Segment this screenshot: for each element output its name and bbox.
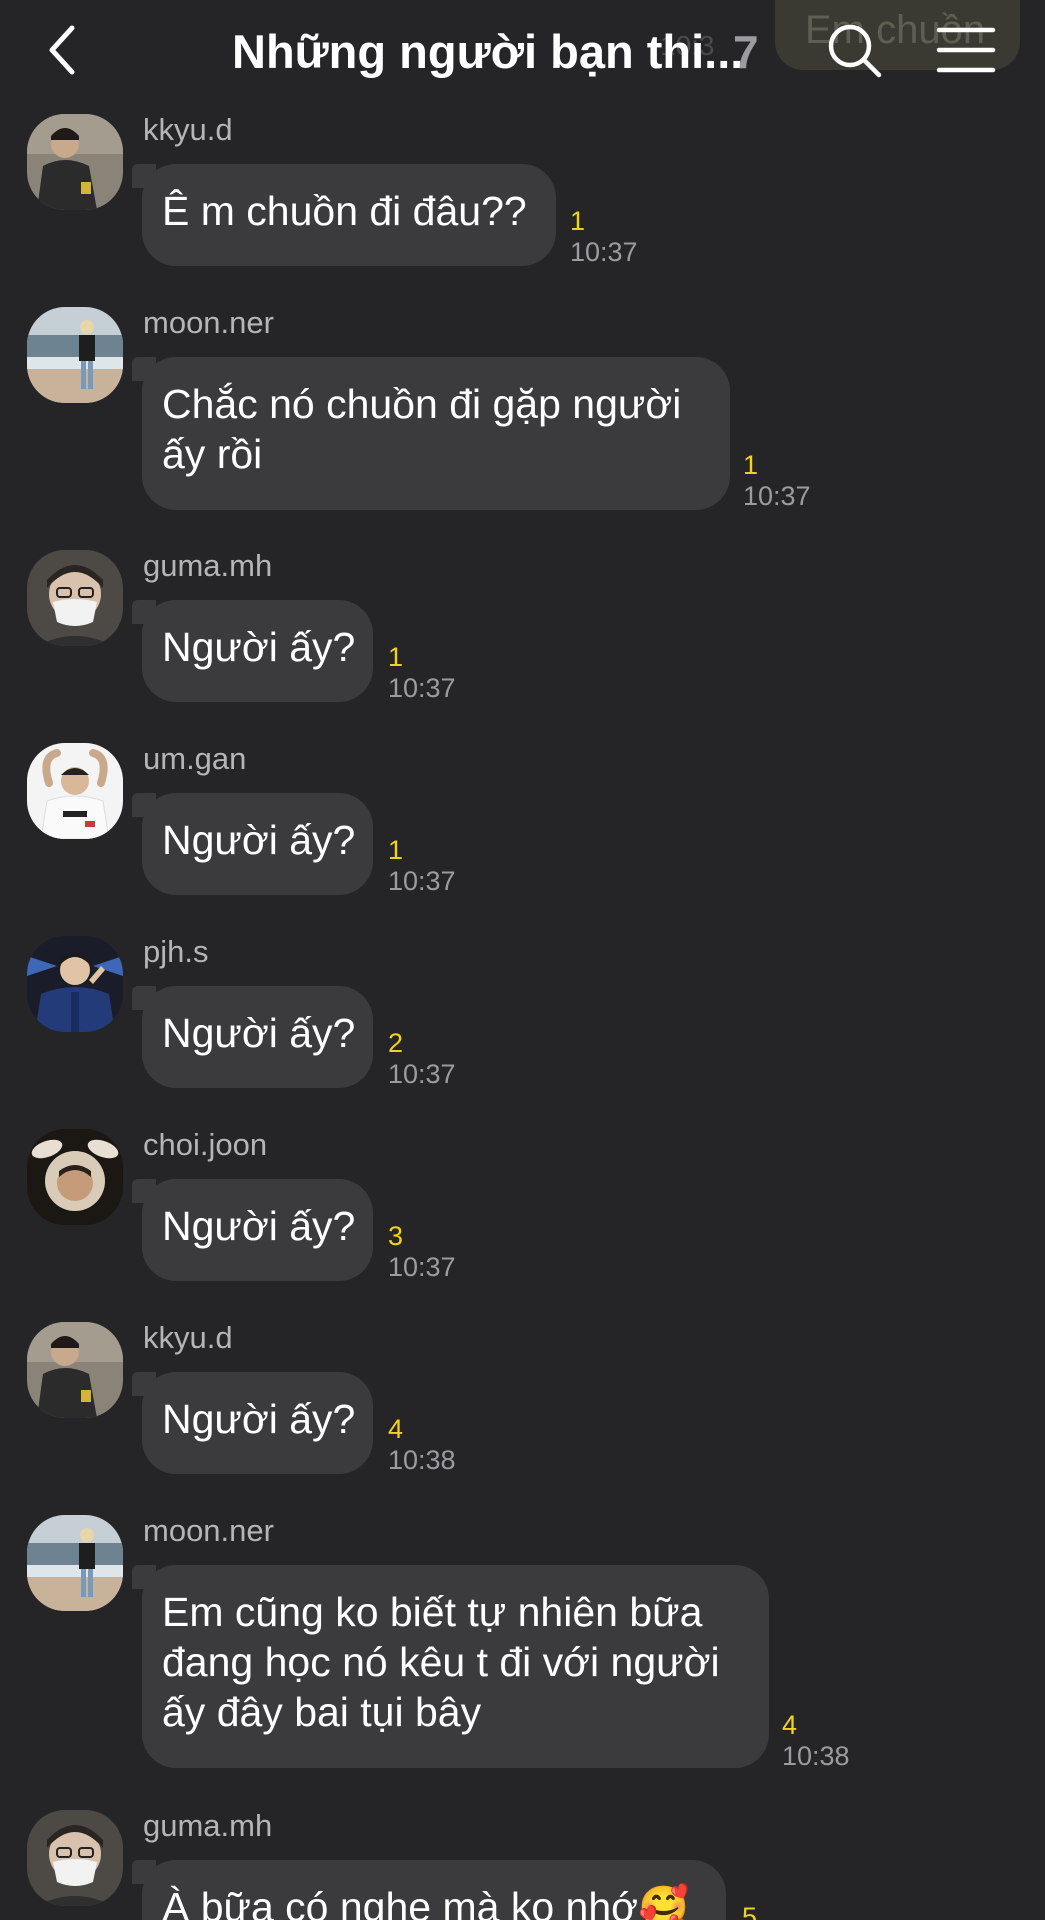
avatar-kkyu (27, 1322, 123, 1418)
message-bubble[interactable]: Ê m chuồn đi đâu?? (142, 164, 556, 266)
unread-count: 3 (388, 1221, 404, 1251)
unread-count: 5 (742, 1902, 758, 1920)
message-bubble[interactable]: Người ấy? (142, 600, 373, 702)
sender-name: guma.mh (143, 548, 273, 583)
message-meta: 1 10:37 (388, 835, 456, 897)
sender-name: um.gan (143, 741, 247, 776)
sender-name: choi.joon (143, 1127, 268, 1162)
message-bubble[interactable]: À bữa có nghe mà ko nhớ🥰 (142, 1860, 726, 1920)
unread-count: 4 (782, 1710, 798, 1740)
unread-count: 1 (743, 450, 759, 480)
unread-count: 1 (388, 835, 404, 865)
message-bubble[interactable]: Người ấy? (142, 986, 373, 1088)
message-meta: 5 (742, 1902, 757, 1920)
message-line: ấy đây bai tụi bây (162, 1689, 482, 1735)
sender-name: moon.ner (143, 1513, 274, 1548)
member-count: 7 (733, 26, 759, 78)
avatar-kkyu (27, 114, 123, 210)
avatar-pjh (27, 936, 123, 1032)
unread-count: 2 (388, 1028, 404, 1058)
unread-count: 1 (570, 206, 586, 236)
search-icon (828, 24, 882, 78)
message-time: 10:37 (388, 673, 456, 703)
message-line: ấy rồi (162, 431, 263, 477)
avatar-guma (27, 550, 123, 646)
message-meta: 2 10:37 (388, 1028, 456, 1090)
avatar[interactable] (27, 114, 123, 210)
chat-header: 10:3 Em chuồn Những người bạn thi... 7 (0, 0, 1045, 105)
message-meta: 1 10:37 (743, 450, 811, 512)
message-line: À bữa có nghe mà ko nhớ🥰 (162, 1884, 690, 1920)
message-line: Chắc nó chuồn đi gặp người (162, 381, 682, 427)
search-button[interactable] (824, 20, 886, 82)
avatar[interactable] (27, 1322, 123, 1418)
sender-name: kkyu.d (143, 112, 233, 147)
avatar-guma (27, 1810, 123, 1906)
message-time: 10:37 (388, 1059, 456, 1089)
avatar-choi (27, 1129, 123, 1225)
avatar[interactable] (27, 743, 123, 839)
avatar-moon (27, 307, 123, 403)
unread-count: 4 (388, 1414, 404, 1444)
sender-name: pjh.s (143, 934, 209, 969)
message-time: 10:37 (388, 1252, 456, 1282)
sender-name: guma.mh (143, 1810, 273, 1843)
avatar[interactable] (27, 1810, 123, 1906)
message-line: Người ấy? (162, 817, 356, 863)
message-bubble[interactable]: Người ấy? (142, 1179, 373, 1281)
message-time: 10:37 (743, 481, 811, 511)
avatar[interactable] (27, 550, 123, 646)
menu-icon (936, 27, 996, 73)
menu-button[interactable] (935, 24, 997, 76)
message-meta: 3 10:37 (388, 1221, 456, 1283)
message-line: Người ấy? (162, 624, 356, 670)
message-meta: 1 10:37 (570, 206, 638, 268)
avatar-umgan (27, 743, 123, 839)
avatar[interactable] (27, 1129, 123, 1225)
message-row: guma.mh À bữa có nghe mà ko nhớ🥰 5 (0, 1810, 1045, 1920)
message-time: 10:38 (782, 1741, 850, 1771)
message-time: 10:37 (570, 237, 638, 267)
message-time: 10:38 (388, 1445, 456, 1475)
message-line: Người ấy? (162, 1396, 356, 1442)
message-meta: 1 10:37 (388, 642, 456, 704)
avatar[interactable] (27, 307, 123, 403)
avatar[interactable] (27, 1515, 123, 1611)
sender-name: kkyu.d (143, 1320, 233, 1355)
message-bubble[interactable]: Em cũng ko biết tự nhiên bữa đang học nó… (142, 1565, 769, 1768)
sender-name: moon.ner (143, 305, 274, 340)
message-bubble[interactable]: Người ấy? (142, 793, 373, 895)
message-line: đang học nó kêu t đi với người (162, 1639, 720, 1685)
chat-title[interactable]: Những người bạn thi... (232, 22, 743, 82)
message-line: Em cũng ko biết tự nhiên bữa (162, 1589, 703, 1635)
message-line: Người ấy? (162, 1203, 356, 1249)
avatar[interactable] (27, 936, 123, 1032)
avatar-moon (27, 1515, 123, 1611)
back-chevron-icon (49, 25, 75, 75)
message-bubble[interactable]: Chắc nó chuồn đi gặp người ấy rồi (142, 357, 730, 510)
message-time: 10:37 (388, 866, 456, 896)
message-line: Ê m chuồn đi đâu?? (162, 188, 527, 234)
unread-count: 1 (388, 642, 404, 672)
message-line: Người ấy? (162, 1010, 356, 1056)
back-button[interactable] (40, 20, 90, 80)
message-meta: 4 10:38 (388, 1414, 456, 1476)
message-bubble[interactable]: Người ấy? (142, 1372, 373, 1474)
message-meta: 4 10:38 (782, 1710, 850, 1772)
